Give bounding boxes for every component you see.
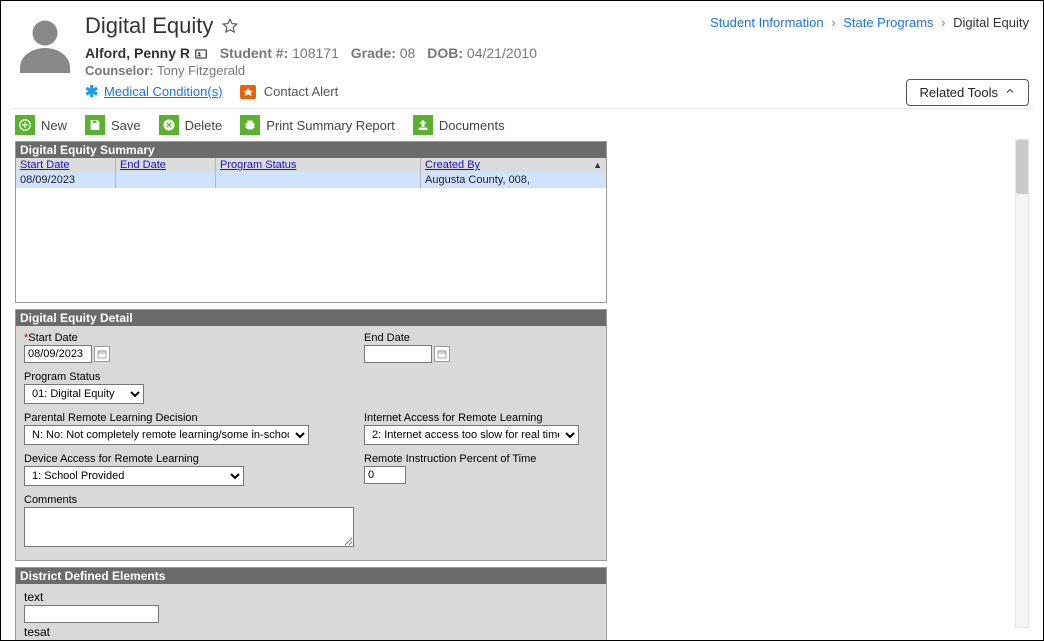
program-status-select[interactable]: 01: Digital Equity: [24, 384, 144, 404]
remote-percent-input[interactable]: [364, 466, 406, 484]
district-panel: District Defined Elements text tesat: [15, 567, 607, 641]
counselor-label: Counselor:: [85, 63, 154, 78]
scrollbar-thumb[interactable]: [1016, 140, 1028, 194]
save-icon: [85, 115, 105, 135]
delete-icon: [159, 115, 179, 135]
district-field1-input[interactable]: [24, 605, 159, 623]
student-avatar: [15, 13, 75, 73]
related-tools-label: Related Tools: [919, 85, 998, 100]
program-status-label: Program Status: [24, 371, 634, 383]
district-field2-label: tesat: [24, 625, 598, 639]
device-access-label: Device Access for Remote Learning: [24, 453, 354, 465]
contact-alert-icon: [240, 85, 256, 99]
id-card-icon[interactable]: [194, 45, 212, 61]
comments-textarea[interactable]: [24, 507, 354, 547]
col-program-status[interactable]: Program Status: [220, 159, 296, 171]
parental-decision-label: Parental Remote Learning Decision: [24, 412, 354, 424]
parental-decision-select[interactable]: N: No: Not completely remote learning/so…: [24, 425, 309, 445]
col-created-by[interactable]: Created By: [425, 159, 480, 171]
device-access-select[interactable]: 1: School Provided: [24, 466, 244, 486]
col-start-date[interactable]: Start Date: [20, 159, 70, 171]
chevron-up-icon: [1004, 85, 1016, 100]
summary-panel: Digital Equity Summary Start Date End Da…: [15, 141, 607, 303]
plus-icon: [15, 115, 35, 135]
district-field1-label: text: [24, 590, 598, 604]
dob-value: 04/21/2010: [467, 45, 537, 61]
favorite-star-icon[interactable]: [221, 17, 239, 35]
print-icon: [240, 115, 260, 135]
grade-value: 08: [400, 45, 416, 61]
contact-alert-text: Contact Alert: [264, 84, 338, 99]
dob-label: DOB:: [427, 45, 463, 61]
chevron-right-icon: ›: [827, 15, 839, 30]
save-button[interactable]: Save: [85, 115, 141, 135]
counselor-name: Tony Fitzgerald: [157, 63, 245, 78]
detail-title: Digital Equity Detail: [16, 310, 606, 326]
crumb-student-info[interactable]: Student Information: [710, 15, 823, 30]
internet-access-select[interactable]: 2: Internet access too slow for real tim…: [364, 425, 579, 445]
student-name: Alford, Penny R: [85, 45, 190, 61]
documents-button[interactable]: Documents: [413, 115, 505, 135]
upload-icon: [413, 115, 433, 135]
internet-access-label: Internet Access for Remote Learning: [364, 412, 634, 424]
district-title: District Defined Elements: [16, 568, 606, 584]
student-number: 108171: [292, 45, 339, 61]
calendar-icon[interactable]: [94, 346, 110, 362]
col-end-date[interactable]: End Date: [120, 159, 166, 171]
start-date-label: Start Date: [28, 332, 78, 344]
new-button[interactable]: New: [15, 115, 67, 135]
related-tools-button[interactable]: Related Tools: [906, 79, 1029, 106]
sort-asc-icon: ▲: [593, 160, 602, 170]
calendar-icon[interactable]: [434, 346, 450, 362]
student-number-label: Student #:: [220, 45, 288, 61]
vertical-scrollbar[interactable]: [1015, 139, 1029, 628]
start-date-input[interactable]: [24, 345, 92, 363]
crumb-current: Digital Equity: [953, 15, 1029, 30]
print-summary-button[interactable]: Print Summary Report: [240, 115, 395, 135]
breadcrumb: Student Information › State Programs › D…: [710, 15, 1029, 30]
detail-panel: Digital Equity Detail *Start Date End Da…: [15, 309, 607, 561]
page-title: Digital Equity: [85, 13, 213, 39]
medical-icon: ✱: [85, 84, 98, 101]
comments-label: Comments: [24, 494, 634, 506]
crumb-state-programs[interactable]: State Programs: [843, 15, 933, 30]
delete-button[interactable]: Delete: [159, 115, 223, 135]
summary-row[interactable]: 08/09/2023 Augusta County, 008,: [16, 172, 606, 188]
end-date-label: End Date: [364, 332, 634, 344]
summary-title: Digital Equity Summary: [16, 142, 606, 158]
end-date-input[interactable]: [364, 345, 432, 363]
remote-percent-label: Remote Instruction Percent of Time: [364, 453, 634, 465]
grade-label: Grade:: [351, 45, 396, 61]
medical-conditions-link[interactable]: Medical Condition(s): [104, 84, 223, 99]
chevron-right-icon: ›: [937, 15, 949, 30]
